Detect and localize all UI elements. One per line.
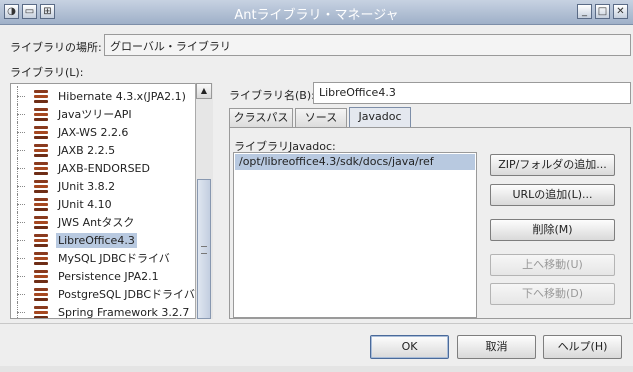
library-item[interactable]: PostgreSQL JDBCドライバ: [14, 284, 197, 304]
library-books-icon: [34, 287, 48, 301]
library-item[interactable]: MySQL JDBCドライバ: [14, 248, 172, 268]
library-item[interactable]: JWS Antタスク: [14, 212, 136, 232]
library-books-icon: [34, 305, 48, 318]
library-item[interactable]: Persistence JPA2.1: [14, 266, 161, 286]
move-down-button[interactable]: 下へ移動(D): [490, 283, 615, 305]
cancel-button[interactable]: 取消: [457, 335, 536, 359]
libraries-label: ライブラリ(L):: [10, 66, 84, 79]
add-url-button[interactable]: URLの追加(L)...: [490, 184, 615, 206]
library-item-label: JAXB-ENDORSED: [58, 161, 150, 175]
remove-button[interactable]: 削除(M): [490, 219, 615, 241]
tree-connector: [14, 122, 25, 142]
list-item[interactable]: /opt/libreoffice4.3/sdk/docs/java/ref: [235, 154, 475, 170]
add-zip-folder-button[interactable]: ZIP/フォルダの追加...: [490, 154, 615, 176]
tree-connector: [14, 104, 25, 124]
library-location-label: ライブラリの場所:: [10, 41, 102, 54]
library-item[interactable]: JUnit 3.8.2: [14, 176, 117, 196]
library-item-label: Spring Framework 3.2.7: [58, 305, 190, 319]
tab-sources[interactable]: ソース: [295, 108, 347, 127]
library-tree[interactable]: Hibernate 4.3.x(JPA2.1) JavaツリーAPI JAX-WS …: [10, 83, 213, 319]
library-item[interactable]: Spring Framework 3.2.7: [14, 302, 191, 319]
library-item[interactable]: JUnit 4.10: [14, 194, 114, 214]
library-tree-scrollbar[interactable]: ▲: [195, 83, 213, 319]
library-name-input[interactable]: LibreOffice4.3: [313, 82, 631, 104]
javadoc-path-list[interactable]: /opt/libreoffice4.3/sdk/docs/java/ref: [233, 152, 477, 318]
library-item-label: Hibernate 4.3.x(JPA2.1): [58, 89, 186, 103]
tree-connector: [14, 248, 25, 268]
library-item-label: LibreOffice4.3: [56, 232, 137, 248]
library-books-icon: [34, 107, 48, 121]
tree-connector: [14, 212, 25, 232]
tree-connector: [14, 176, 25, 196]
library-item-label: JUnit 3.8.2: [58, 179, 116, 193]
tree-connector: [14, 194, 25, 214]
bottom-edge: [0, 366, 633, 372]
library-item-label: JAXB 2.2.5: [58, 143, 116, 157]
tree-connector: [14, 284, 25, 304]
library-item[interactable]: JAXB-ENDORSED: [14, 158, 152, 178]
library-books-icon: [34, 89, 48, 103]
scroll-thumb[interactable]: [197, 179, 211, 319]
library-item[interactable]: JAX-WS 2.2.6: [14, 122, 130, 142]
library-books-icon: [34, 251, 48, 265]
help-button[interactable]: ヘルプ(H): [543, 335, 622, 359]
library-books-icon: [34, 197, 48, 211]
tree-connector: [14, 140, 25, 160]
library-item-label: JAX-WS 2.2.6: [58, 125, 129, 139]
library-item-label: JavaツリーAPI: [58, 108, 132, 121]
library-books-icon: [34, 125, 48, 139]
library-books-icon: [34, 215, 48, 229]
scroll-up-icon[interactable]: ▲: [196, 83, 212, 99]
maximize-button[interactable]: □: [595, 4, 610, 19]
tree-connector: [14, 266, 25, 286]
tab-classpath[interactable]: クラスパス: [229, 108, 293, 127]
library-item-label: MySQL JDBCドライバ: [58, 252, 170, 265]
move-up-button[interactable]: 上へ移動(U): [490, 254, 615, 276]
library-item[interactable]: LibreOffice4.3: [14, 230, 137, 250]
library-item-label: JUnit 4.10: [58, 197, 112, 211]
library-books-icon: [34, 269, 48, 283]
library-item-label: Persistence JPA2.1: [58, 269, 159, 283]
close-button[interactable]: ✕: [613, 4, 628, 19]
ok-button[interactable]: OK: [370, 335, 449, 359]
library-books-icon: [34, 179, 48, 193]
tree-connector: [14, 86, 25, 106]
tree-connector: [14, 302, 25, 318]
library-books-icon: [34, 233, 48, 247]
library-item[interactable]: JAXB 2.2.5: [14, 140, 117, 160]
library-books-icon: [34, 161, 48, 175]
tree-connector: [14, 230, 25, 250]
tab-javadoc[interactable]: Javadoc: [349, 107, 411, 128]
library-item-label: JWS Antタスク: [58, 216, 135, 229]
library-item-label: PostgreSQL JDBCドライバ: [58, 288, 195, 301]
library-location-field: グローバル・ライブラリ: [104, 34, 631, 56]
library-books-icon: [34, 143, 48, 157]
ant-library-manager-window: ◑ ▭ ⊞ Antライブラリ・マネージャ _ □ ✕ ライブラリの場所: グロー…: [0, 0, 633, 372]
footer-separator: [0, 323, 633, 324]
title-bar[interactable]: ◑ ▭ ⊞ Antライブラリ・マネージャ _ □ ✕: [0, 0, 633, 25]
library-item[interactable]: Hibernate 4.3.x(JPA2.1): [14, 86, 188, 106]
window-title: Antライブラリ・マネージャ: [234, 8, 399, 23]
minimize-button[interactable]: _: [577, 4, 592, 19]
library-name-label: ライブラリ名(B):: [229, 89, 315, 102]
tree-connector: [14, 158, 25, 178]
library-item[interactable]: JavaツリーAPI: [14, 104, 134, 124]
